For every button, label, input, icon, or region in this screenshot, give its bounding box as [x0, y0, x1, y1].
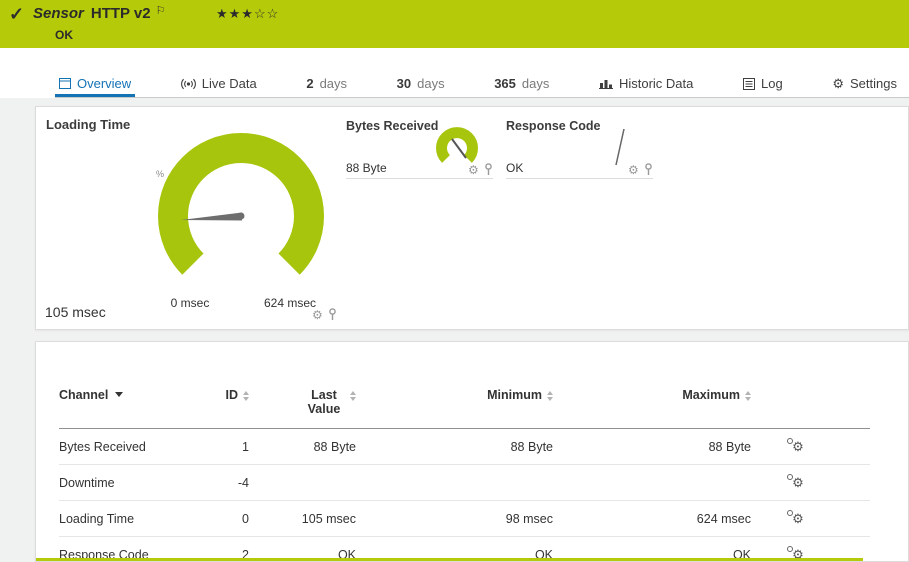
log-icon — [743, 78, 755, 90]
channel-settings-icon[interactable]: ⚙ — [792, 475, 804, 491]
channel-id: 0 — [209, 501, 249, 537]
tab-overview[interactable]: Overview — [55, 70, 135, 97]
col-header-last-value[interactable]: Last Value — [249, 378, 356, 429]
tab-settings[interactable]: ⚙ Settings — [828, 70, 901, 97]
gauge-unit-hint: % — [156, 169, 164, 179]
tab-label: Overview — [77, 76, 131, 91]
gauges-panel: Loading Time % 0 msec 624 msec 105 msec … — [35, 106, 909, 330]
page-title: Sensor HTTP v2 ⚐ — [33, 5, 165, 22]
status-color-strip — [36, 558, 863, 561]
status-ok-check-icon: ✓ — [9, 4, 24, 25]
settings-gear-icon: ⚙ — [832, 76, 844, 92]
channel-maximum: 624 msec — [553, 501, 751, 537]
loading-time-title: Loading Time — [46, 117, 130, 132]
overview-icon — [59, 78, 71, 89]
channel-minimum: 88 Byte — [356, 429, 553, 465]
channel-id: 1 — [209, 429, 249, 465]
table-row[interactable]: Downtime -4 ⚙ — [59, 465, 870, 501]
tab-word: days — [320, 76, 347, 91]
tab-30-days[interactable]: 30 days — [393, 70, 449, 97]
pin-icon[interactable] — [644, 163, 653, 176]
loading-time-value: 105 msec — [45, 304, 106, 320]
tab-bar: Overview Live Data 2 days 30 days 365 da… — [55, 70, 909, 98]
gear-icon[interactable]: ⚙ — [628, 164, 639, 176]
channel-maximum — [553, 465, 751, 501]
sort-icon[interactable] — [547, 391, 553, 401]
tab-log[interactable]: Log — [739, 70, 787, 97]
sort-icon[interactable] — [350, 391, 356, 401]
channel-name: Loading Time — [59, 501, 209, 537]
tab-live-data[interactable]: Live Data — [177, 70, 261, 97]
tab-number: 2 — [306, 76, 313, 91]
channel-maximum: 88 Byte — [553, 429, 751, 465]
sort-icon[interactable] — [243, 391, 249, 401]
divider — [506, 178, 653, 179]
gear-icon[interactable]: ⚙ — [468, 164, 479, 176]
response-code-title: Response Code — [506, 119, 600, 133]
sensor-name: HTTP v2 — [91, 5, 151, 22]
tab-365-days[interactable]: 365 days — [490, 70, 553, 97]
tab-historic-data[interactable]: Historic Data — [595, 70, 697, 97]
tab-word: days — [522, 76, 549, 91]
live-data-icon — [181, 78, 196, 90]
table-header-row: Channel ID Last Value Minimum Maximum — [59, 378, 870, 429]
channels-table: Channel ID Last Value Minimum Maximum — [59, 378, 870, 562]
channel-minimum: 98 msec — [356, 501, 553, 537]
tab-2-days[interactable]: 2 days — [302, 70, 351, 97]
bytes-received-title: Bytes Received — [346, 119, 438, 133]
col-header-id[interactable]: ID — [209, 378, 249, 429]
channel-id: -4 — [209, 465, 249, 501]
bytes-received-value: 88 Byte — [346, 161, 387, 175]
historic-data-icon — [599, 78, 613, 89]
sensor-status-bar: ✓ Sensor HTTP v2 ⚐ ★★★☆☆ OK — [0, 0, 909, 48]
channel-settings-icon[interactable]: ⚙ — [792, 439, 804, 455]
table-row[interactable]: Loading Time 0 105 msec 98 msec 624 msec… — [59, 501, 870, 537]
channel-name: Downtime — [59, 465, 209, 501]
tab-label: Live Data — [202, 76, 257, 91]
col-header-label: Minimum — [487, 388, 542, 402]
tab-number: 30 — [397, 76, 411, 91]
tab-label: Log — [761, 76, 783, 91]
gear-icon[interactable]: ⚙ — [312, 309, 323, 321]
divider — [346, 178, 493, 179]
channel-last-value — [249, 465, 356, 501]
tab-number: 365 — [494, 76, 516, 91]
response-code-value: OK — [506, 161, 523, 175]
sensor-status-text: OK — [55, 28, 73, 42]
channel-settings-icon[interactable]: ⚙ — [792, 511, 804, 527]
loading-time-gauge-actions: ⚙ — [312, 308, 337, 321]
col-header-label: Last Value — [303, 388, 345, 416]
col-header-actions — [751, 378, 870, 429]
channel-minimum — [356, 465, 553, 501]
loading-time-gauge — [136, 127, 348, 287]
flag-icon[interactable]: ⚐ — [156, 5, 166, 17]
tab-label: Historic Data — [619, 76, 693, 91]
pin-icon[interactable] — [484, 163, 493, 176]
col-header-maximum[interactable]: Maximum — [553, 378, 751, 429]
channel-name: Bytes Received — [59, 429, 209, 465]
bytes-received-gauge-actions: ⚙ — [468, 163, 493, 176]
response-code-gauge-actions: ⚙ — [628, 163, 653, 176]
col-header-label: Channel — [59, 388, 108, 402]
table-row[interactable]: Bytes Received 1 88 Byte 88 Byte 88 Byte… — [59, 429, 870, 465]
sort-icon[interactable] — [745, 391, 751, 401]
col-header-label: ID — [226, 388, 239, 402]
gauge-min-label: 0 msec — [148, 296, 232, 310]
sensor-title-prefix: Sensor — [33, 5, 84, 22]
tab-label: Settings — [850, 76, 897, 91]
tab-word: days — [417, 76, 444, 91]
col-header-channel[interactable]: Channel — [59, 378, 209, 429]
channels-table-panel: Channel ID Last Value Minimum Maximum — [35, 341, 909, 562]
sort-direction-icon — [115, 392, 123, 397]
pin-icon[interactable] — [328, 308, 337, 321]
col-header-minimum[interactable]: Minimum — [356, 378, 553, 429]
channel-last-value: 88 Byte — [249, 429, 356, 465]
channel-last-value: 105 msec — [249, 501, 356, 537]
col-header-label: Maximum — [682, 388, 740, 402]
priority-stars[interactable]: ★★★☆☆ — [216, 6, 279, 22]
